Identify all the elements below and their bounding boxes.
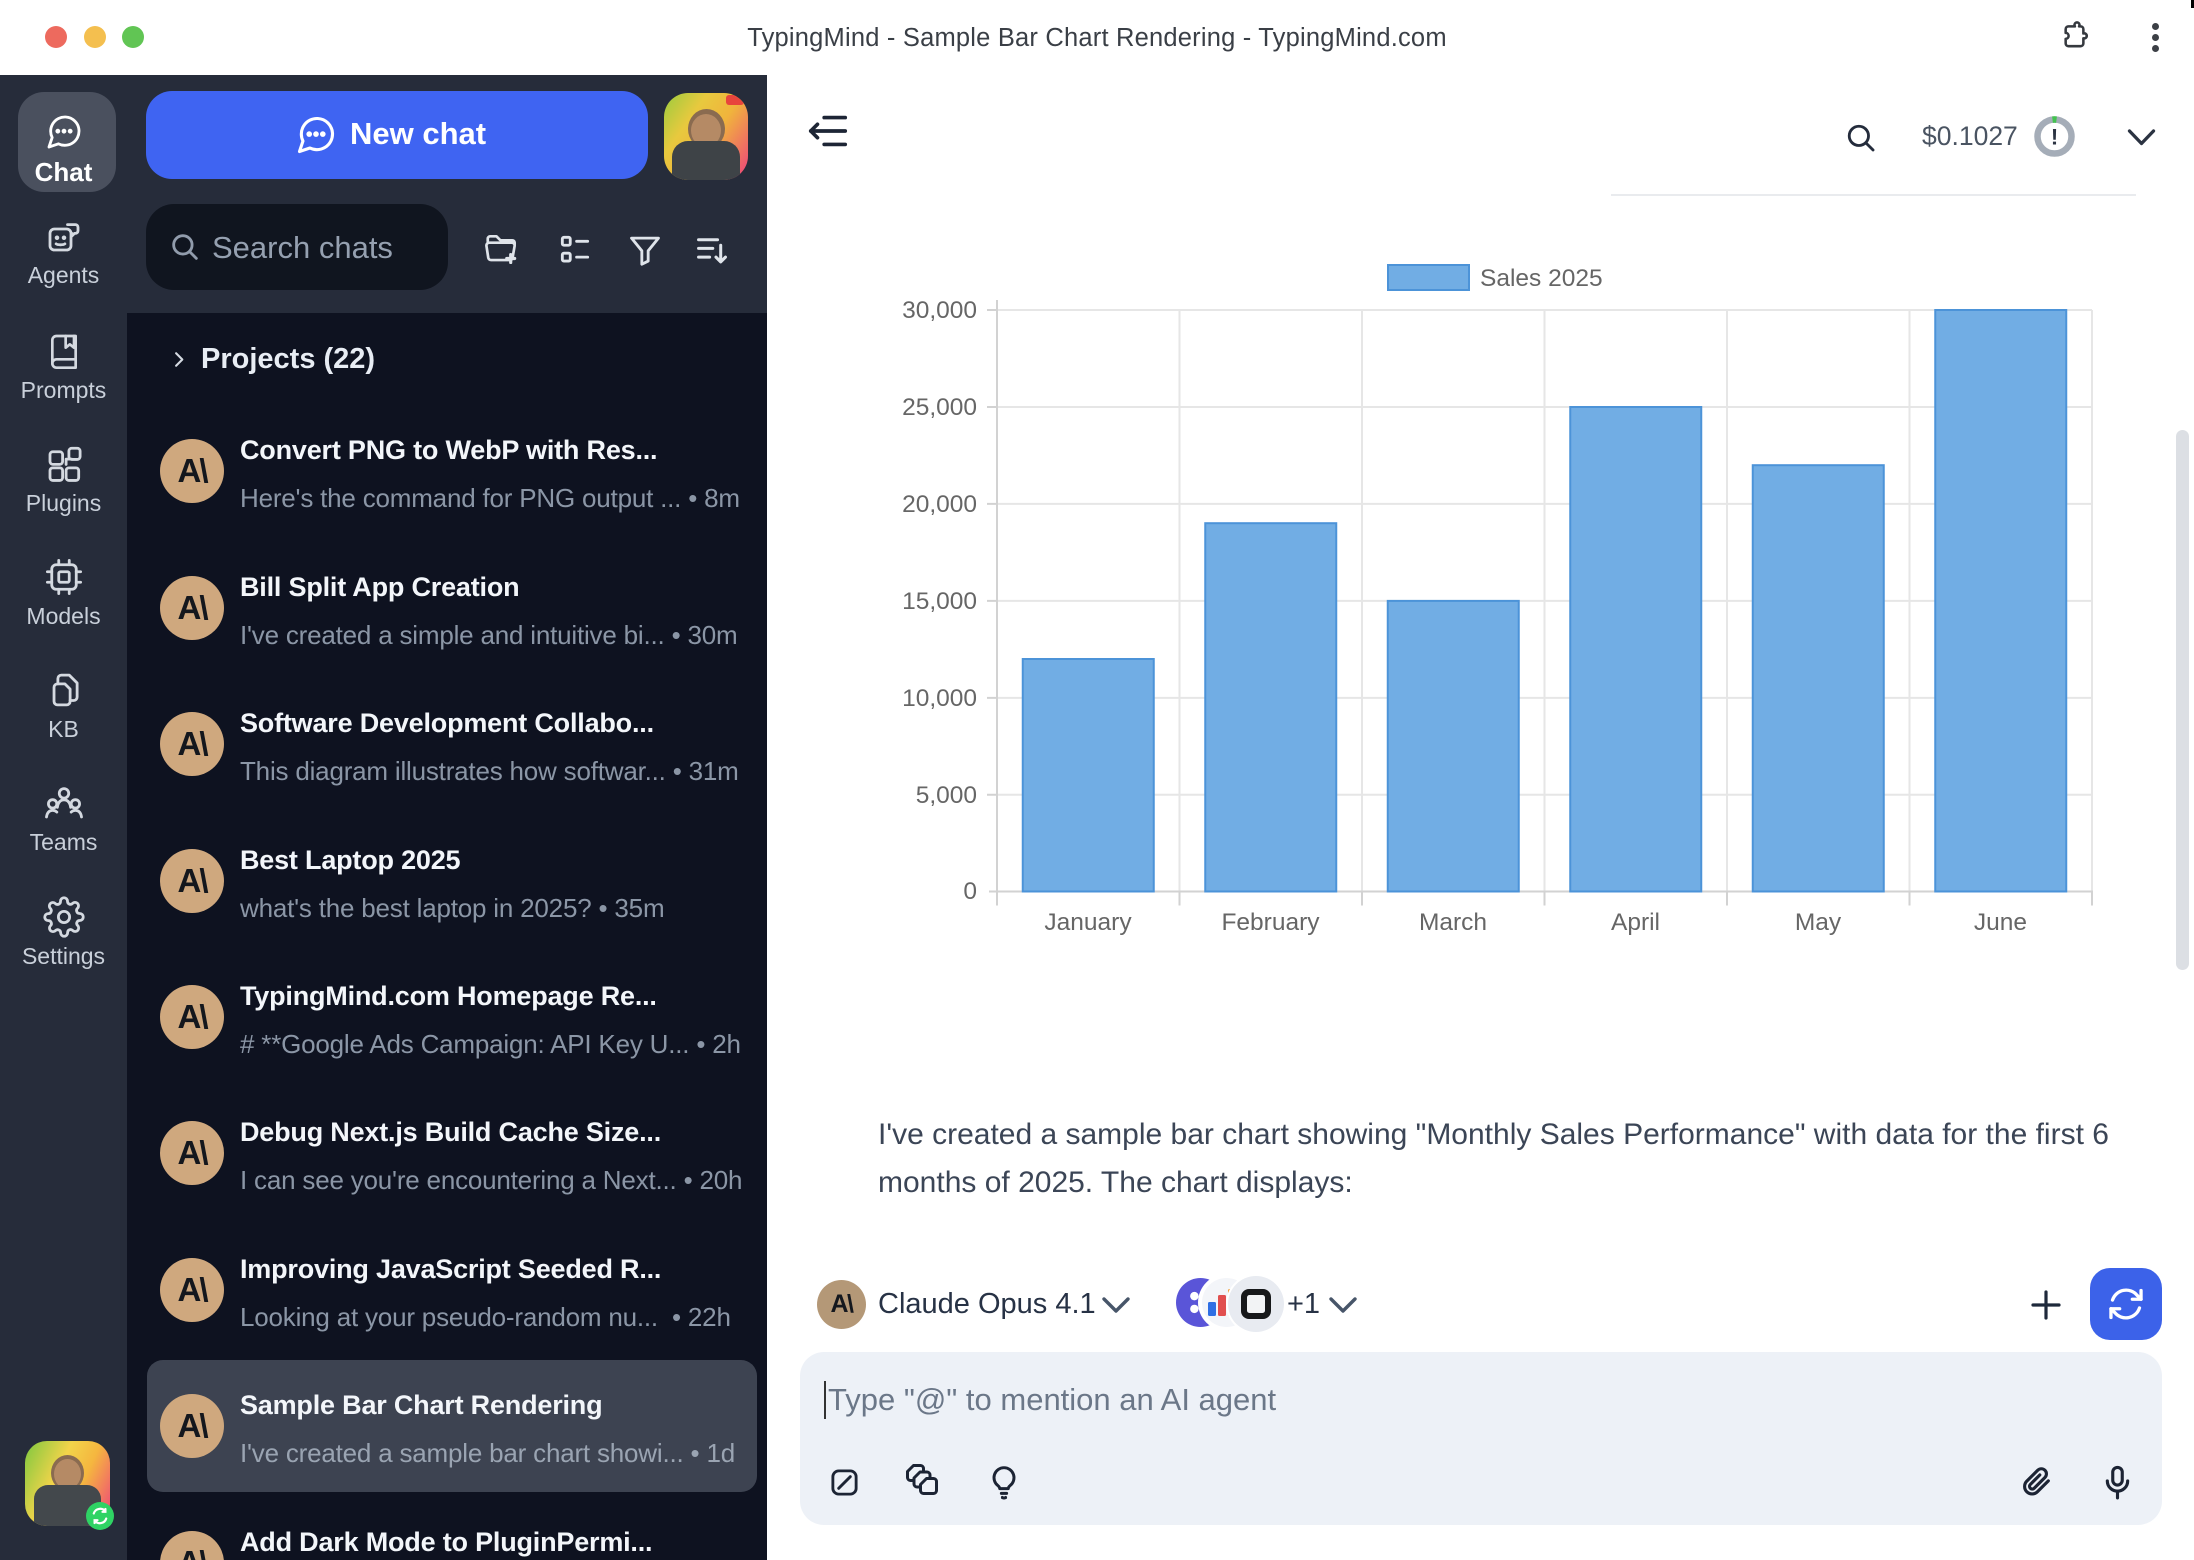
svg-text:30,000: 30,000 <box>902 297 977 324</box>
svg-text:January: January <box>1044 909 1132 936</box>
svg-text:Sales 2025: Sales 2025 <box>1480 265 1603 292</box>
svg-text:5,000: 5,000 <box>916 782 977 809</box>
svg-text:March: March <box>1419 909 1487 936</box>
svg-text:15,000: 15,000 <box>902 588 977 615</box>
svg-text:February: February <box>1221 909 1320 936</box>
svg-text:10,000: 10,000 <box>902 685 977 712</box>
svg-text:May: May <box>1795 909 1842 936</box>
svg-text:25,000: 25,000 <box>902 394 977 421</box>
svg-text:20,000: 20,000 <box>902 491 977 518</box>
svg-text:0: 0 <box>963 878 977 905</box>
svg-text:June: June <box>1974 909 2027 936</box>
svg-text:April: April <box>1611 909 1660 936</box>
